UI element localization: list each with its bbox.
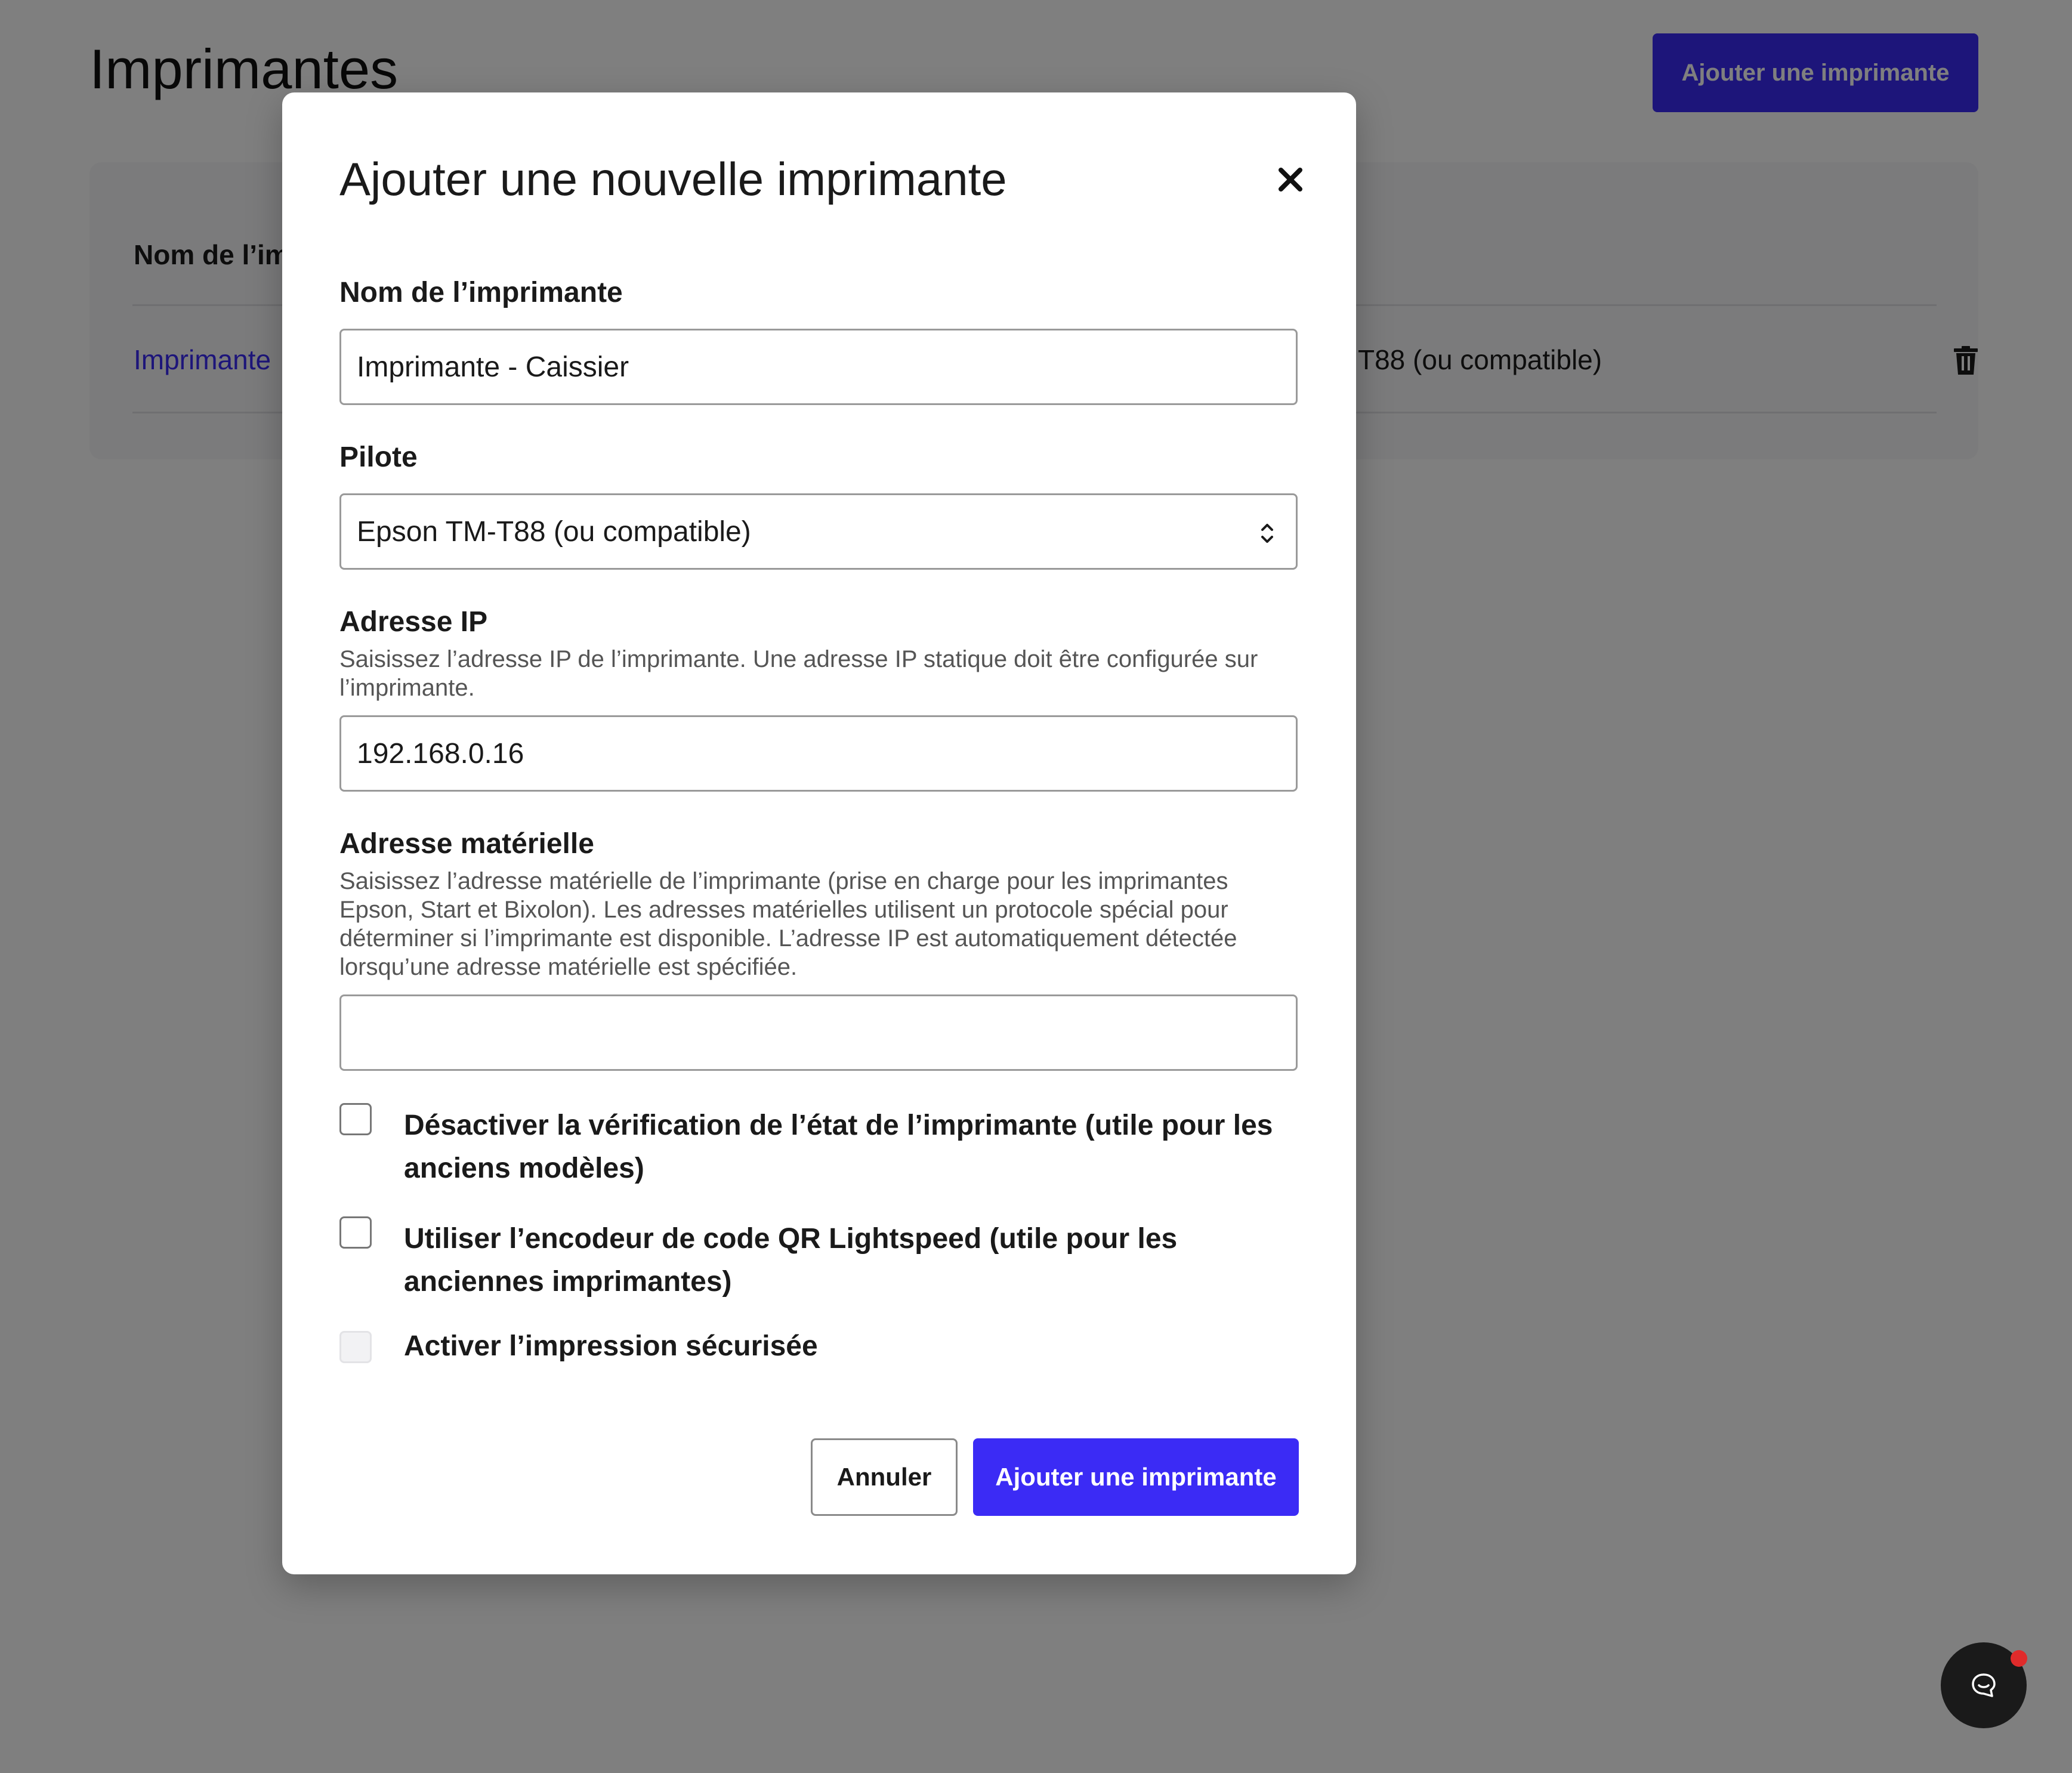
qr-encoder-label[interactable]: Utiliser l’encodeur de code QR Lightspee… — [404, 1218, 1287, 1304]
notification-badge — [2011, 1650, 2027, 1667]
dialog-title: Ajouter une nouvelle imprimante — [339, 153, 1007, 205]
secure-printing-label: Activer l’impression sécurisée — [404, 1330, 818, 1362]
driver-select-value: Epson TM-T88 (ou compatible) — [357, 515, 751, 548]
secure-printing-checkbox — [339, 1331, 372, 1363]
mac-label: Adresse matérielle — [339, 828, 594, 860]
printer-name-label: Nom de l’imprimante — [339, 277, 623, 308]
disable-status-check-checkbox[interactable] — [339, 1103, 372, 1135]
cancel-button[interactable]: Annuler — [811, 1438, 958, 1516]
mac-address-input[interactable] — [339, 994, 1298, 1071]
disable-status-check-label[interactable]: Désactiver la vérification de l’état de … — [404, 1104, 1287, 1190]
ip-help-text: Saisissez l’adresse IP de l’imprimante. … — [339, 646, 1258, 701]
chat-icon — [1972, 1673, 1996, 1697]
qr-encoder-checkbox[interactable] — [339, 1216, 372, 1249]
driver-select[interactable]: Epson TM-T88 (ou compatible) — [339, 493, 1298, 570]
ip-address-input[interactable] — [339, 715, 1298, 792]
ip-label: Adresse IP — [339, 606, 488, 638]
mac-help-text: Saisissez l’adresse matérielle de l’impr… — [339, 868, 1237, 980]
submit-add-printer-button[interactable]: Ajouter une imprimante — [973, 1438, 1299, 1516]
add-printer-dialog: Ajouter une nouvelle imprimante Nom de l… — [282, 92, 1356, 1574]
close-icon[interactable] — [1261, 150, 1320, 209]
driver-label: Pilote — [339, 441, 418, 473]
printer-name-input[interactable] — [339, 329, 1298, 405]
chevron-up-down-icon — [1261, 524, 1273, 543]
